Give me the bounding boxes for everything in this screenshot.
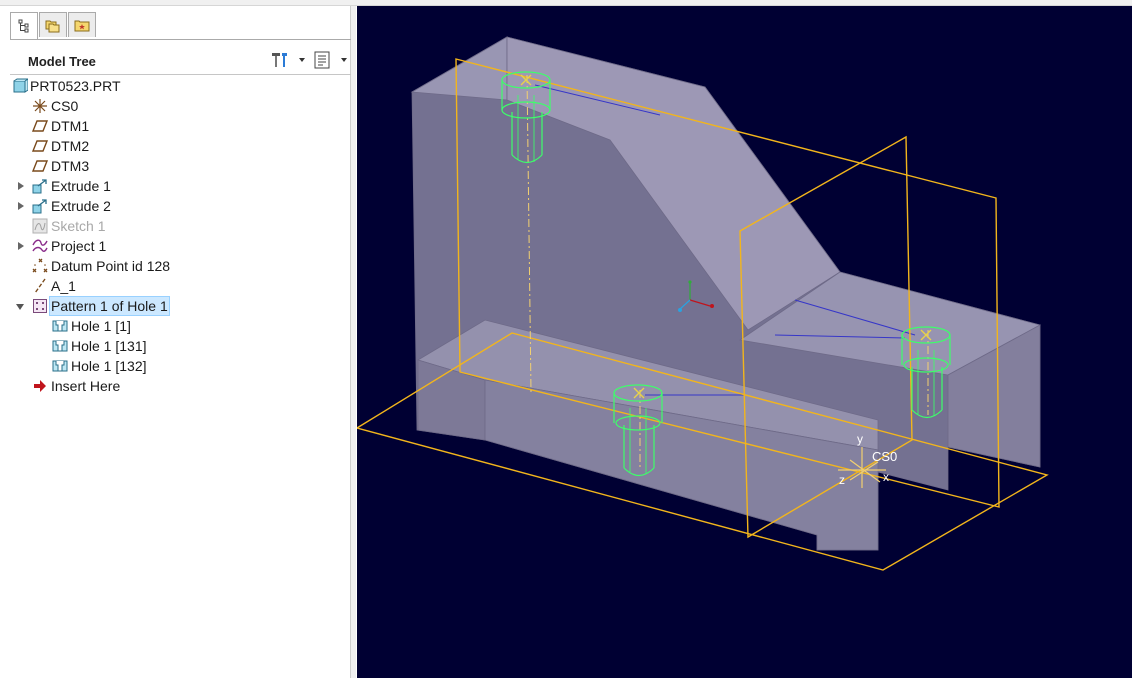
collapse-arrow-icon[interactable] [16,304,24,310]
hole-icon [52,360,68,372]
tree-item-datum-point[interactable]: Datum Point id 128 [10,256,351,276]
tree-item-insert-here[interactable]: Insert Here [10,376,351,396]
datum-plane-icon [32,160,48,172]
tree-item-label: Sketch 1 [51,218,106,234]
hole-icon [52,340,68,352]
tree-item-label: Project 1 [51,238,107,254]
tree-item-cs0[interactable]: CS0 [10,96,351,116]
model-tree-header: Model Tree [10,40,351,75]
tree-item-project-1[interactable]: Project 1 [10,236,351,256]
model-tree: PRT0523.PRT CS0 DTM1 DTM2 DTM3 Extrude 1… [10,76,351,396]
tree-item-label: A_1 [51,278,76,294]
csys-axis-label-x: x [883,470,889,484]
tree-item-pattern-1[interactable]: Pattern 1 of Hole 1 [10,296,351,316]
settings-dropdown-caret-icon[interactable] [299,58,305,62]
tree-item-dtm3[interactable]: DTM3 [10,156,351,176]
navigator-tabs [10,12,97,39]
expand-arrow-icon[interactable] [18,202,24,210]
tree-item-label: DTM3 [51,158,90,174]
favorites-icon [74,20,90,32]
settings-tools-icon[interactable] [270,50,290,70]
tree-item-extrude-2[interactable]: Extrude 2 [10,196,351,216]
tree-item-dtm2[interactable]: DTM2 [10,136,351,156]
expand-arrow-icon[interactable] [18,182,24,190]
folder-browser-icon [45,20,60,33]
cs0-label: CS0 [872,449,897,464]
tree-item-dtm1[interactable]: DTM1 [10,116,351,136]
part-icon [13,78,28,93]
show-list-icon[interactable] [312,50,332,70]
tree-item-extrude-1[interactable]: Extrude 1 [10,176,351,196]
tree-item-label: Insert Here [51,378,121,394]
tree-item-label: Hole 1 [1] [71,318,131,334]
tab-favorites[interactable] [68,12,96,37]
tree-item-hole-1-1[interactable]: Hole 1 [1] [10,316,351,336]
model-tree-title: Model Tree [28,54,96,69]
tab-folder-browser[interactable] [39,12,67,37]
datum-plane-icon [32,140,48,152]
sketch-icon [32,218,48,234]
hole-icon [52,320,68,332]
extrude-icon [32,179,47,194]
project-curve-icon [32,239,48,252]
tree-item-part[interactable]: PRT0523.PRT [10,76,351,96]
model-tree-icon [18,19,29,33]
graphics-viewport[interactable]: CS0 y x z [357,6,1132,678]
insert-here-arrow-icon [34,380,46,392]
tree-item-label: Hole 1 [132] [71,358,147,374]
tree-item-sketch-1[interactable]: Sketch 1 [10,216,351,236]
extrude-icon [32,199,47,214]
tree-item-label: Pattern 1 of Hole 1 [49,296,170,316]
tree-item-label: Hole 1 [131] [71,338,147,354]
tree-item-label: DTM2 [51,138,90,154]
tree-item-label: CS0 [51,98,79,114]
expand-arrow-icon[interactable] [18,242,24,250]
tree-item-hole-1-131[interactable]: Hole 1 [131] [10,336,351,356]
datum-point-icon [32,258,48,273]
tree-item-hole-1-132[interactable]: Hole 1 [132] [10,356,351,376]
csys-axis-label-z: z [839,473,845,487]
tree-item-label: Datum Point id 128 [51,258,171,274]
datum-axis-icon [34,278,46,294]
datum-plane-icon [32,120,48,132]
csys-axis-label-y: y [857,432,863,446]
tree-item-label: Extrude 1 [51,178,111,194]
tree-item-label: DTM1 [51,118,90,134]
coordinate-system-icon [33,99,47,113]
show-dropdown-caret-icon[interactable] [341,58,347,62]
tree-item-label: Extrude 2 [51,198,111,214]
tree-item-label: PRT0523.PRT [30,78,121,94]
tree-item-axis-a1[interactable]: A_1 [10,276,351,296]
pattern-icon [33,299,47,313]
model-3d-view[interactable]: CS0 y x z [357,6,1132,678]
tab-model-tree[interactable] [10,12,38,39]
